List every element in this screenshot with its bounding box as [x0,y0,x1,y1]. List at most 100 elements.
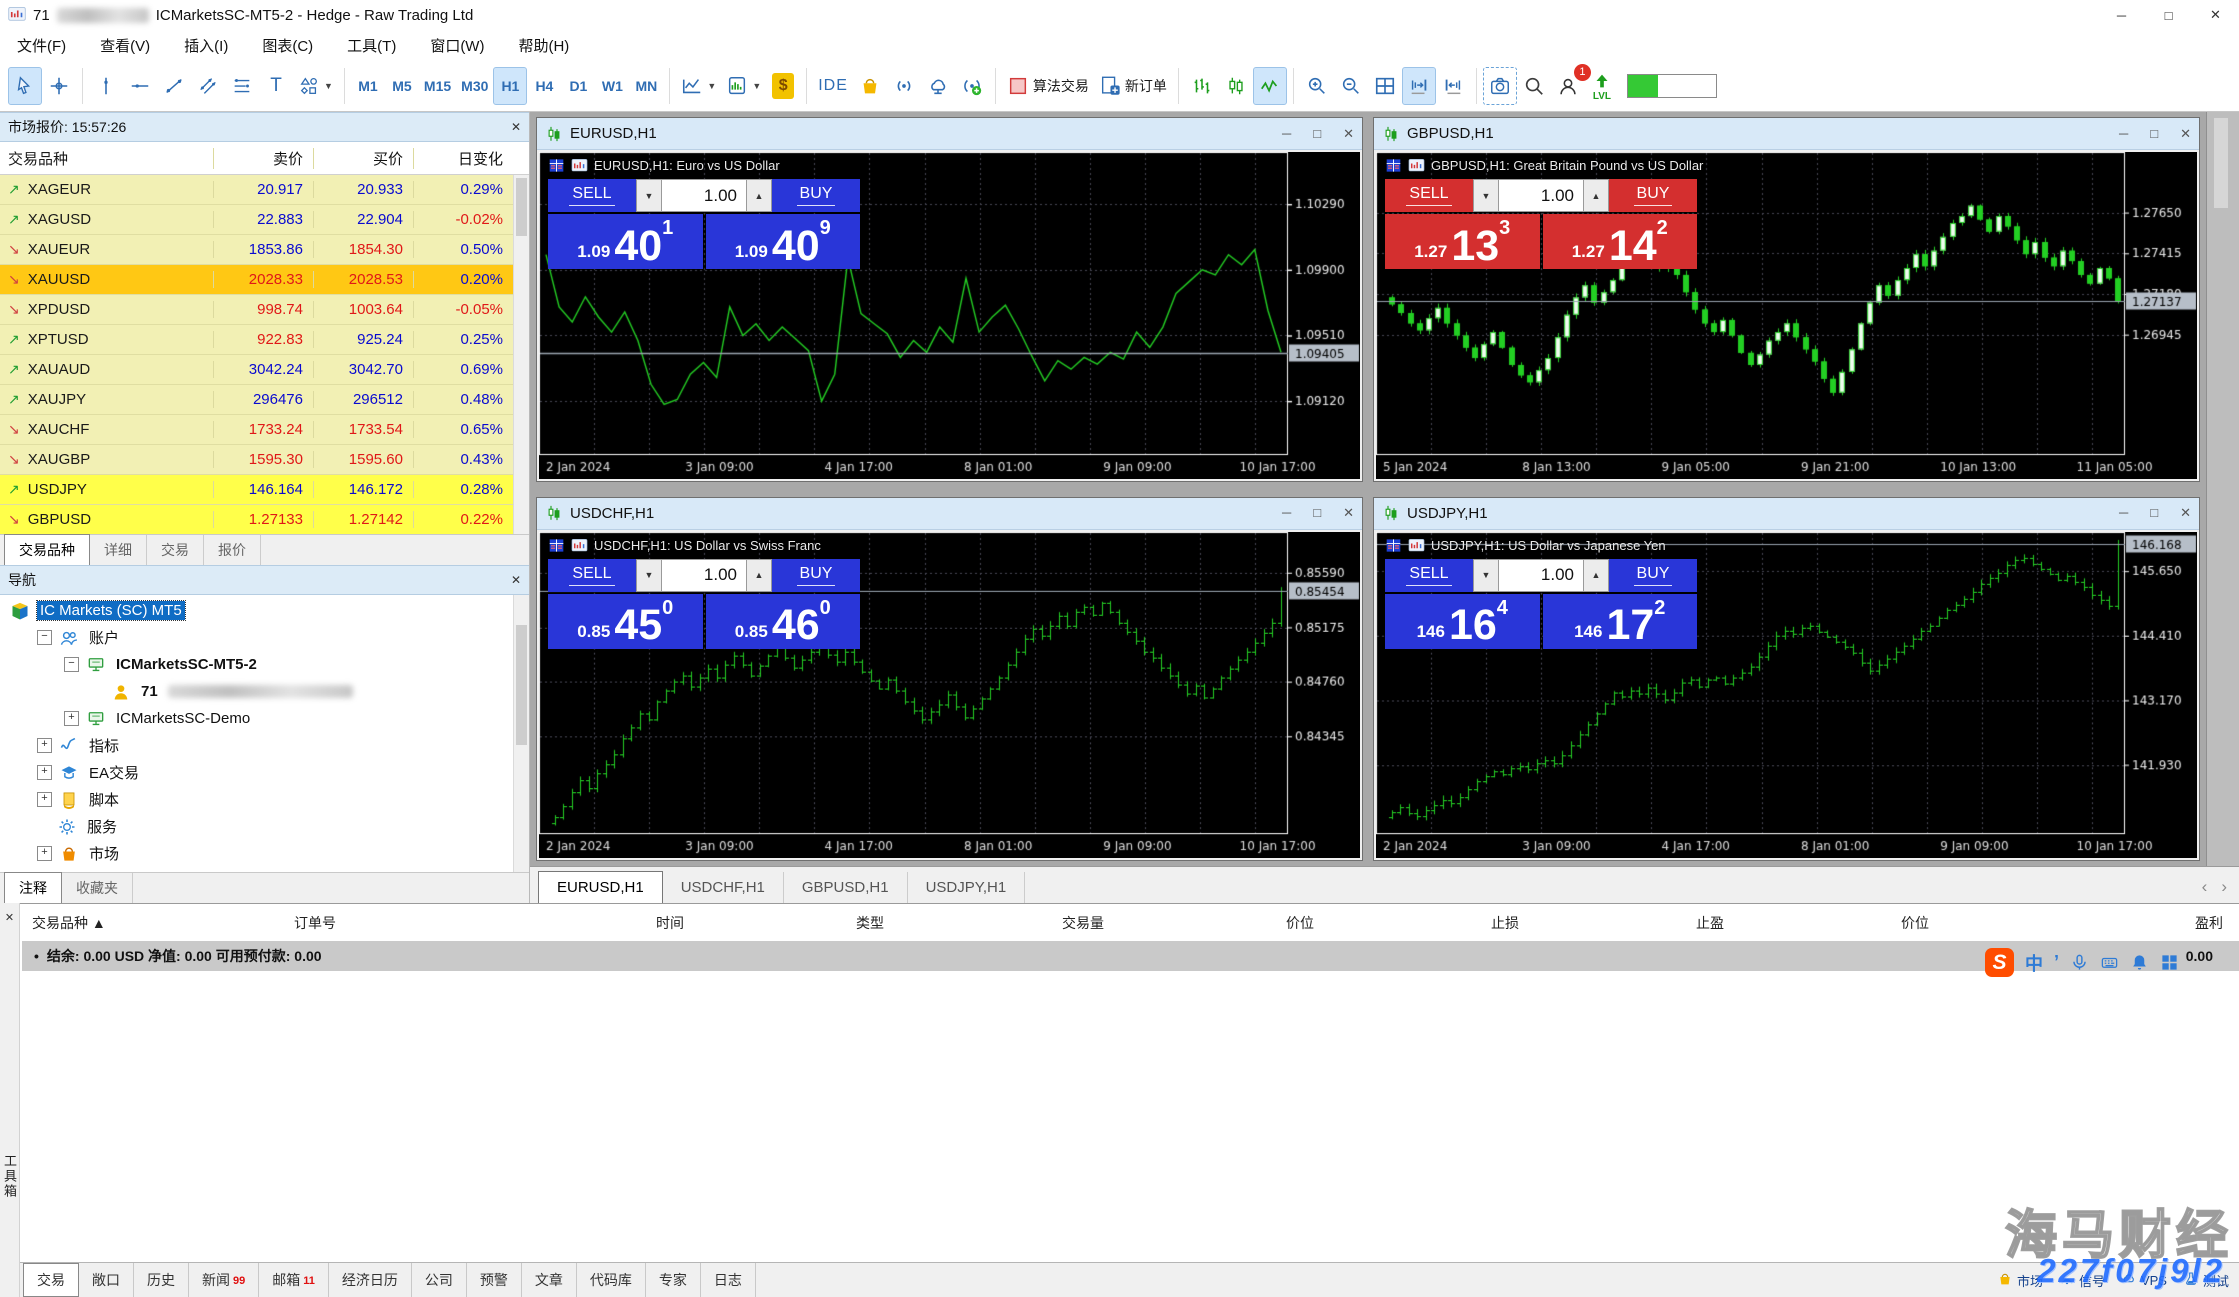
toolbox-vertical-label[interactable]: 工具箱 [0,1154,19,1199]
keyboard-icon[interactable] [2100,953,2119,972]
navigator-item-2[interactable]: −ICMarketsSC-MT5-2 [0,651,529,678]
channel-button[interactable] [191,67,225,105]
broadcast-add-button[interactable] [955,67,989,105]
cursor-button[interactable] [8,67,42,105]
volume-increase-button[interactable]: ▲ [1583,179,1609,212]
minimize-icon[interactable]: ─ [2119,126,2128,142]
ime-punctuation-button[interactable]: ’ [2054,952,2059,973]
menu-item-4[interactable]: 工具(T) [330,31,413,60]
trendline-button[interactable] [157,67,191,105]
buy-button[interactable]: BUY [1609,179,1697,212]
market-watch-row-xauusd[interactable]: ↘XAUUSD2028.332028.530.20% [0,265,529,295]
bottom-tab-10[interactable]: 专家 [646,1263,701,1297]
mini-chart-icon[interactable] [571,158,588,173]
screenshot-button[interactable] [1483,67,1517,105]
maximize-icon[interactable]: □ [2150,126,2158,142]
sell-button[interactable]: SELL [1385,179,1473,212]
close-icon[interactable]: ✕ [5,911,14,924]
menu-item-2[interactable]: 插入(I) [167,31,245,60]
sell-price-box[interactable]: 1.27133 [1385,214,1540,269]
buy-button[interactable]: BUY [772,179,860,212]
sell-price-box[interactable]: 146164 [1385,594,1540,649]
column-bid[interactable]: 卖价 [213,148,313,169]
chart-shift-button[interactable] [1436,67,1470,105]
timeframe-d1-button[interactable]: D1 [561,67,595,105]
timeframe-w1-button[interactable]: W1 [595,67,629,105]
algo-trading-button[interactable]: 算法交易 [1002,67,1094,105]
bottom-tab-9[interactable]: 代码库 [577,1263,646,1297]
sogou-logo-icon[interactable]: S [1985,948,2014,977]
ime-chinese-mode-button[interactable]: 中 [2025,950,2043,976]
close-icon[interactable]: ✕ [511,120,521,134]
chart-window-titlebar-gbpusd[interactable]: GBPUSD,H1─□✕ [1374,118,2199,150]
menu-item-6[interactable]: 帮助(H) [501,31,586,60]
minimize-icon[interactable]: ─ [1282,505,1291,521]
sell-button[interactable]: SELL [1385,559,1473,592]
mini-chart-icon[interactable] [1408,158,1425,173]
candlestick-chart-button[interactable] [1219,67,1253,105]
toolbox-column-1[interactable]: 订单号 [284,913,484,933]
timeframe-h1-button[interactable]: H1 [493,67,527,105]
navigator-item-1[interactable]: −账户 [0,624,529,651]
maximize-icon[interactable]: □ [1313,126,1321,142]
expand-toggle-icon[interactable]: + [37,846,52,861]
mini-chart-icon[interactable] [571,538,588,553]
market-watch-row-xpdusd[interactable]: ↘XPDUSD998.741003.64-0.05% [0,295,529,325]
toolbox-column-5[interactable]: 价位 [1114,913,1324,933]
chart-tab-2[interactable]: GBPUSD,H1 [784,872,908,903]
volume-input[interactable]: 1.00 [1499,559,1583,592]
chart-tab-0[interactable]: EURUSD,H1 [538,871,663,903]
toolbox-bell-icon[interactable] [2130,953,2149,972]
status-item-0[interactable]: 市场 [1997,1271,2043,1290]
market-watch-row-xaueur[interactable]: ↘XAUEUR1853.861854.300.50% [0,235,529,265]
market-watch-row-xagusd[interactable]: ↗XAGUSD22.88322.904-0.02% [0,205,529,235]
sell-button[interactable]: SELL [548,559,636,592]
close-icon[interactable]: ✕ [1343,126,1354,142]
navigator-item-4[interactable]: +ICMarketsSC-Demo [0,705,529,732]
navigator-item-3[interactable]: 71 [0,678,529,705]
toolbox-column-2[interactable]: 时间 [484,913,694,933]
minimize-icon[interactable]: ─ [1282,126,1291,142]
volume-decrease-button[interactable]: ▼ [1473,559,1499,592]
horizontal-line-button[interactable] [123,67,157,105]
volume-decrease-button[interactable]: ▼ [636,179,662,212]
expand-toggle-icon[interactable]: + [37,792,52,807]
maximize-icon[interactable]: □ [2150,505,2158,521]
market-watch-header[interactable]: 市场报价: 15:57:26 ✕ [0,112,529,142]
quotes-table-icon[interactable] [548,158,565,173]
ide-button[interactable]: IDE [813,67,853,105]
chart-tab-3[interactable]: USDJPY,H1 [908,872,1026,903]
close-icon[interactable]: ✕ [2180,505,2191,521]
expand-toggle-icon[interactable]: + [64,711,79,726]
timeframe-mn-button[interactable]: MN [629,67,663,105]
market-watch-row-xauchf[interactable]: ↘XAUCHF1733.241733.540.65% [0,415,529,445]
market-watch-row-usdjpy[interactable]: ↗USDJPY146.164146.1720.28% [0,475,529,505]
toolbox-column-3[interactable]: 类型 [694,913,894,933]
auto-scroll-button[interactable] [1402,67,1436,105]
volume-decrease-button[interactable]: ▼ [636,559,662,592]
quotes-table-icon[interactable] [1385,538,1402,553]
buy-price-box[interactable]: 1.09409 [706,214,861,269]
status-item-3[interactable]: 测试 [2183,1271,2229,1290]
bottom-tab-0[interactable]: 交易 [23,1263,79,1297]
navigator-header[interactable]: 导航 ✕ [0,565,529,595]
tile-windows-button[interactable] [1368,67,1402,105]
bottom-tab-4[interactable]: 邮箱11 [259,1263,329,1297]
chart-window-titlebar-eurusd[interactable]: EURUSD,H1─□✕ [537,118,1362,150]
crosshair-button[interactable] [42,67,76,105]
market-watch-row-xaugbp[interactable]: ↘XAUGBP1595.301595.600.43% [0,445,529,475]
fibonacci-button[interactable] [225,67,259,105]
close-icon[interactable]: ✕ [2180,126,2191,142]
chart-window-titlebar-usdjpy[interactable]: USDJPY,H1─□✕ [1374,498,2199,530]
market-watch-tab-2[interactable]: 交易 [147,535,204,565]
menu-item-5[interactable]: 窗口(W) [413,31,501,60]
buy-price-box[interactable]: 0.85460 [706,594,861,649]
market-watch-row-xaujpy[interactable]: ↗XAUJPY2964762965120.48% [0,385,529,415]
mini-chart-icon[interactable] [1408,538,1425,553]
navigator-tab-1[interactable]: 收藏夹 [62,873,133,903]
volume-input[interactable]: 1.00 [662,179,746,212]
tab-scroll-left-icon[interactable]: ‹ [2202,877,2208,897]
volume-increase-button[interactable]: ▲ [1583,559,1609,592]
line-chart-button[interactable] [1253,67,1287,105]
toolbox-column-6[interactable]: 止损 [1324,913,1529,933]
